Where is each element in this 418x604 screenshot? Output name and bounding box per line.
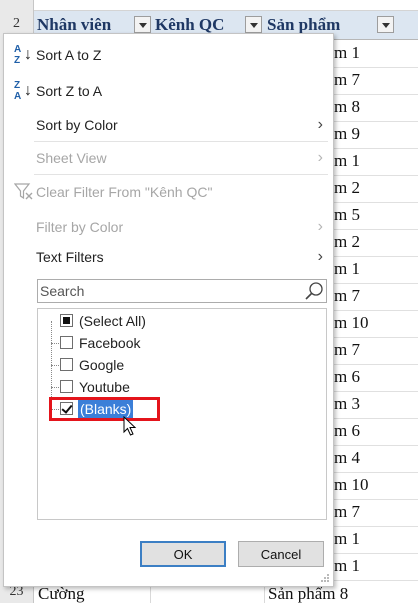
menu-clear-filter: Clear Filter From "Kênh QC"	[4, 177, 333, 207]
menu-sort-by-color-label: Sort by Color	[36, 117, 118, 133]
google-checkbox[interactable]	[60, 358, 73, 371]
facebook-checkbox[interactable]	[60, 336, 73, 349]
product-cell[interactable]: m 6	[334, 421, 360, 441]
list-item-youtube[interactable]: Youtube	[38, 376, 318, 398]
menu-sheet-view: Sheet View ›	[4, 143, 333, 173]
product-cell[interactable]: m 8	[334, 97, 360, 117]
list-item-facebook[interactable]: Facebook	[38, 332, 318, 354]
product-cell[interactable]: m 7	[334, 70, 360, 90]
chevron-right-icon: ›	[317, 218, 323, 235]
product-cell[interactable]: m 5	[334, 205, 360, 225]
product-cell[interactable]: m 7	[334, 340, 360, 360]
filter-values-list[interactable]: (Select All) Facebook Google Youtube (Bl…	[37, 308, 327, 520]
product-cell[interactable]: m 7	[334, 286, 360, 306]
product-cell[interactable]: m 1	[334, 259, 360, 279]
list-item-label: (Select All)	[79, 313, 146, 329]
last-row-name-cell[interactable]: Cường	[38, 584, 85, 604]
product-cell[interactable]: m 1	[334, 556, 360, 576]
menu-sheet-view-label: Sheet View	[36, 150, 107, 166]
highlight-box	[49, 397, 160, 421]
row-number-2[interactable]: 2	[0, 16, 33, 32]
product-cell[interactable]: m 10	[334, 475, 368, 495]
product-cell[interactable]: m 4	[334, 448, 360, 468]
search-input[interactable]	[40, 281, 300, 301]
list-item-google[interactable]: Google	[38, 354, 318, 376]
last-row-product-cell[interactable]: Sản phẩm 8	[268, 584, 348, 604]
menu-clear-filter-label: Clear Filter From "Kênh QC"	[36, 184, 213, 200]
menu-text-filters-label: Text Filters	[36, 249, 104, 265]
menu-separator	[34, 141, 328, 142]
product-cell[interactable]: m 2	[334, 232, 360, 252]
filter-dropdown-button-kenh-qc[interactable]	[245, 16, 262, 33]
product-cell[interactable]: m 1	[334, 43, 360, 63]
resize-grip-icon[interactable]	[320, 573, 330, 583]
product-cell[interactable]: m 9	[334, 124, 360, 144]
list-item-label: Google	[79, 357, 125, 373]
filter-dropdown-button-san-pham[interactable]	[377, 16, 394, 33]
chevron-right-icon: ›	[317, 116, 323, 133]
ok-button[interactable]: OK	[140, 541, 226, 567]
menu-sort-z-to-a[interactable]: Z A ↓ Sort Z to A	[4, 76, 333, 106]
product-cell[interactable]: m 3	[334, 394, 360, 414]
clear-filter-icon	[14, 183, 33, 200]
menu-separator	[34, 174, 328, 175]
product-cell[interactable]: m 2	[334, 178, 360, 198]
search-icon	[305, 282, 323, 300]
list-item-label: Youtube	[79, 379, 130, 395]
select-all-checkbox[interactable]	[60, 314, 73, 327]
youtube-checkbox[interactable]	[60, 380, 73, 393]
menu-sort-z-to-a-label: Sort Z to A	[36, 83, 103, 99]
mouse-pointer-icon	[123, 416, 137, 436]
list-item-select-all[interactable]: (Select All)	[38, 310, 318, 332]
sort-ascending-icon: A Z ↓	[14, 44, 32, 66]
autofilter-dropdown-panel: A Z ↓ Sort A to Z Z A ↓ Sort Z to A Sort by …	[3, 33, 334, 587]
filter-dropdown-button-nhan-vien[interactable]	[134, 16, 151, 33]
product-cell[interactable]: m 1	[334, 529, 360, 549]
menu-filter-by-color-label: Filter by Color	[36, 219, 124, 235]
product-cell[interactable]: m 1	[334, 151, 360, 171]
menu-sort-a-to-z-label: Sort A to Z	[36, 47, 102, 63]
filter-search-box	[37, 279, 327, 303]
menu-text-filters[interactable]: Text Filters ›	[4, 242, 333, 272]
sort-descending-icon: Z A ↓	[14, 80, 32, 102]
list-item-label: Facebook	[79, 335, 141, 351]
product-cell[interactable]: m 10	[334, 313, 368, 333]
chevron-right-icon: ›	[317, 149, 323, 166]
cancel-button[interactable]: Cancel	[238, 541, 324, 567]
menu-sort-a-to-z[interactable]: A Z ↓ Sort A to Z	[4, 40, 333, 70]
sheet-top-strip	[0, 0, 418, 11]
menu-sort-by-color[interactable]: Sort by Color ›	[4, 110, 333, 140]
menu-filter-by-color: Filter by Color ›	[4, 212, 333, 242]
chevron-right-icon: ›	[317, 248, 323, 265]
product-cell[interactable]: m 6	[334, 367, 360, 387]
product-cell[interactable]: m 7	[334, 502, 360, 522]
